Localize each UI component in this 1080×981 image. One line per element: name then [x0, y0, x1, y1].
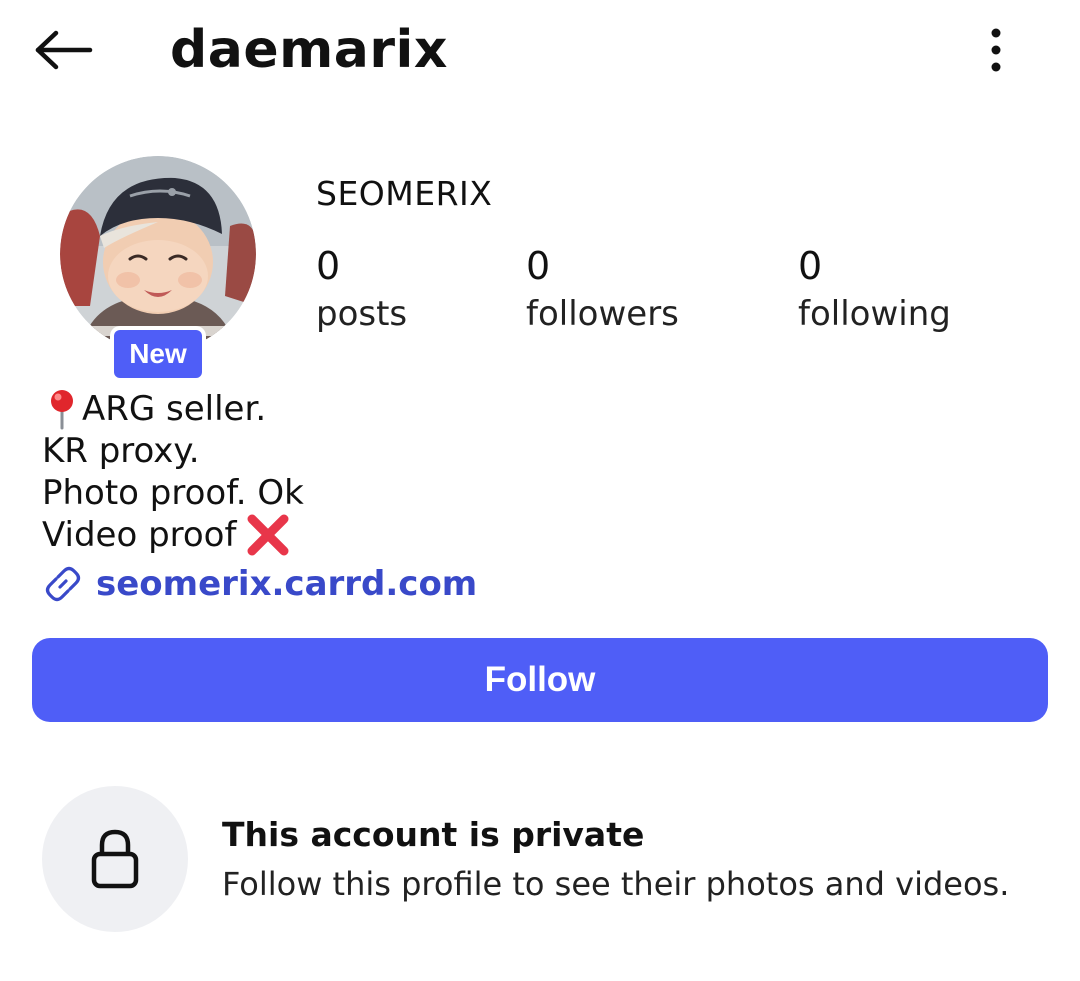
bio-line: KR proxy.	[42, 430, 304, 472]
display-name: SEOMERIX	[316, 174, 493, 213]
back-button[interactable]	[28, 22, 100, 78]
posts-count: 0	[316, 244, 341, 288]
private-subtitle: Follow this profile to see their photos …	[222, 865, 1010, 903]
more-options-button[interactable]	[966, 22, 1026, 78]
cross-mark-icon	[246, 514, 290, 556]
bio-text-4: Video proof	[42, 515, 237, 555]
bio-line: Video proof	[42, 514, 304, 556]
followers-count: 0	[526, 244, 551, 288]
private-title: This account is private	[222, 815, 645, 854]
lock-circle	[42, 786, 188, 932]
arrow-left-icon	[35, 30, 93, 70]
round-pushpin-icon	[42, 388, 82, 430]
link-icon	[45, 566, 81, 602]
profile-username-title: daemarix	[170, 20, 448, 80]
more-vertical-icon	[991, 28, 1001, 72]
following-label: following	[798, 294, 951, 334]
profile-bio: ARG seller. KR proxy. Photo proof. Ok Vi…	[42, 388, 304, 556]
profile-link-text[interactable]: seomerix.carrd.com	[96, 562, 477, 606]
bio-text-3: Photo proof. Ok	[42, 473, 304, 513]
lock-icon	[91, 829, 139, 889]
private-account-notice: This account is private Follow this prof…	[42, 786, 1052, 932]
stat-posts[interactable]: 0 posts	[316, 244, 407, 338]
stat-following[interactable]: 0 following	[798, 244, 951, 338]
avatar-photo	[60, 156, 256, 352]
top-app-bar: daemarix	[0, 0, 1080, 100]
stat-followers[interactable]: 0 followers	[526, 244, 679, 338]
follow-button[interactable]: Follow	[32, 638, 1048, 722]
following-count: 0	[798, 244, 823, 288]
bio-text-2: KR proxy.	[42, 431, 200, 471]
new-badge: New	[114, 330, 202, 378]
posts-label: posts	[316, 294, 408, 334]
followers-label: followers	[526, 294, 679, 334]
avatar	[60, 156, 256, 352]
profile-avatar[interactable]	[60, 156, 256, 352]
profile-link[interactable]: seomerix.carrd.com	[42, 562, 477, 606]
bio-line: ARG seller.	[42, 388, 304, 430]
bio-text-1: ARG seller.	[82, 389, 267, 429]
bio-line: Photo proof. Ok	[42, 472, 304, 514]
